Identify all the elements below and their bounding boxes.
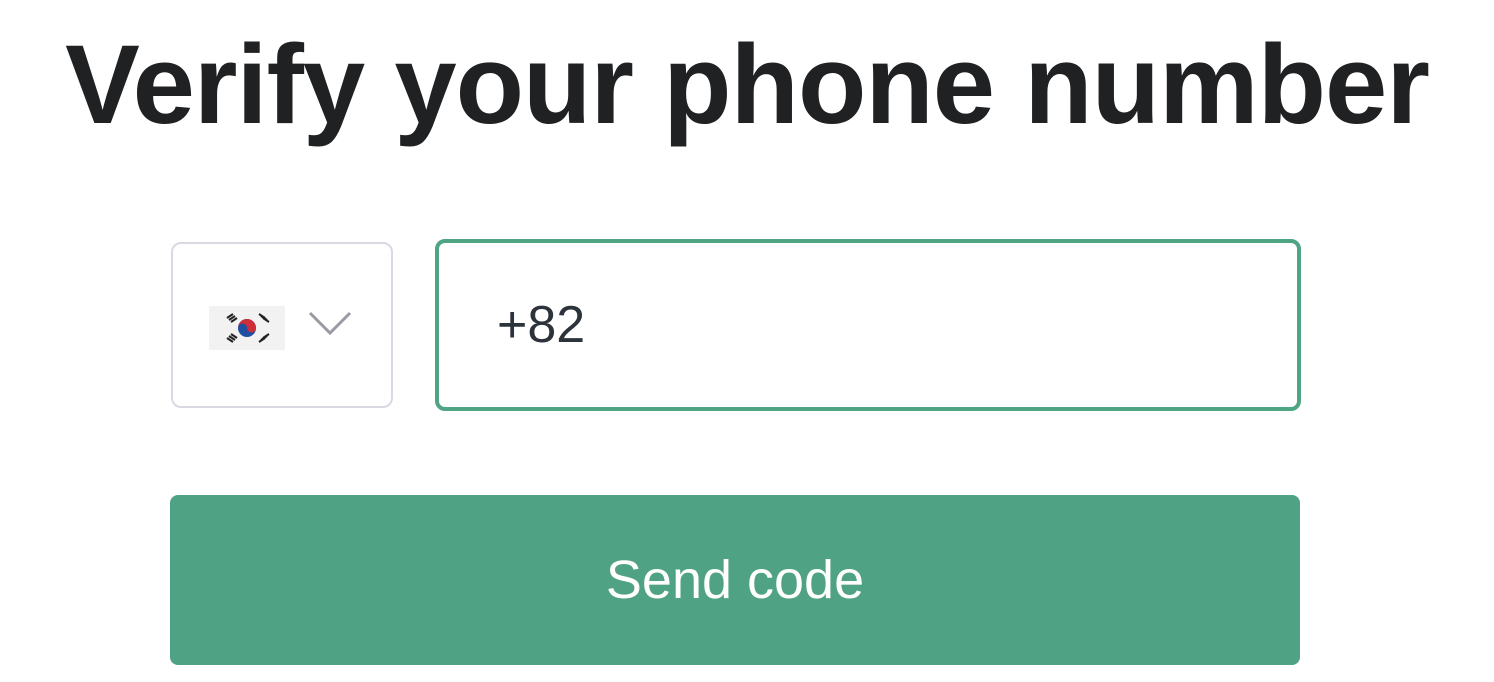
page-title: Verify your phone number xyxy=(65,22,1430,147)
phone-number-input[interactable] xyxy=(435,239,1301,411)
chevron-down-icon xyxy=(308,311,352,336)
verify-phone-page: Verify your phone number +82 Send code xyxy=(0,0,1494,682)
south-korea-flag-icon xyxy=(209,306,285,350)
send-code-button[interactable]: Send code xyxy=(170,495,1300,665)
country-code-select[interactable] xyxy=(171,242,393,408)
